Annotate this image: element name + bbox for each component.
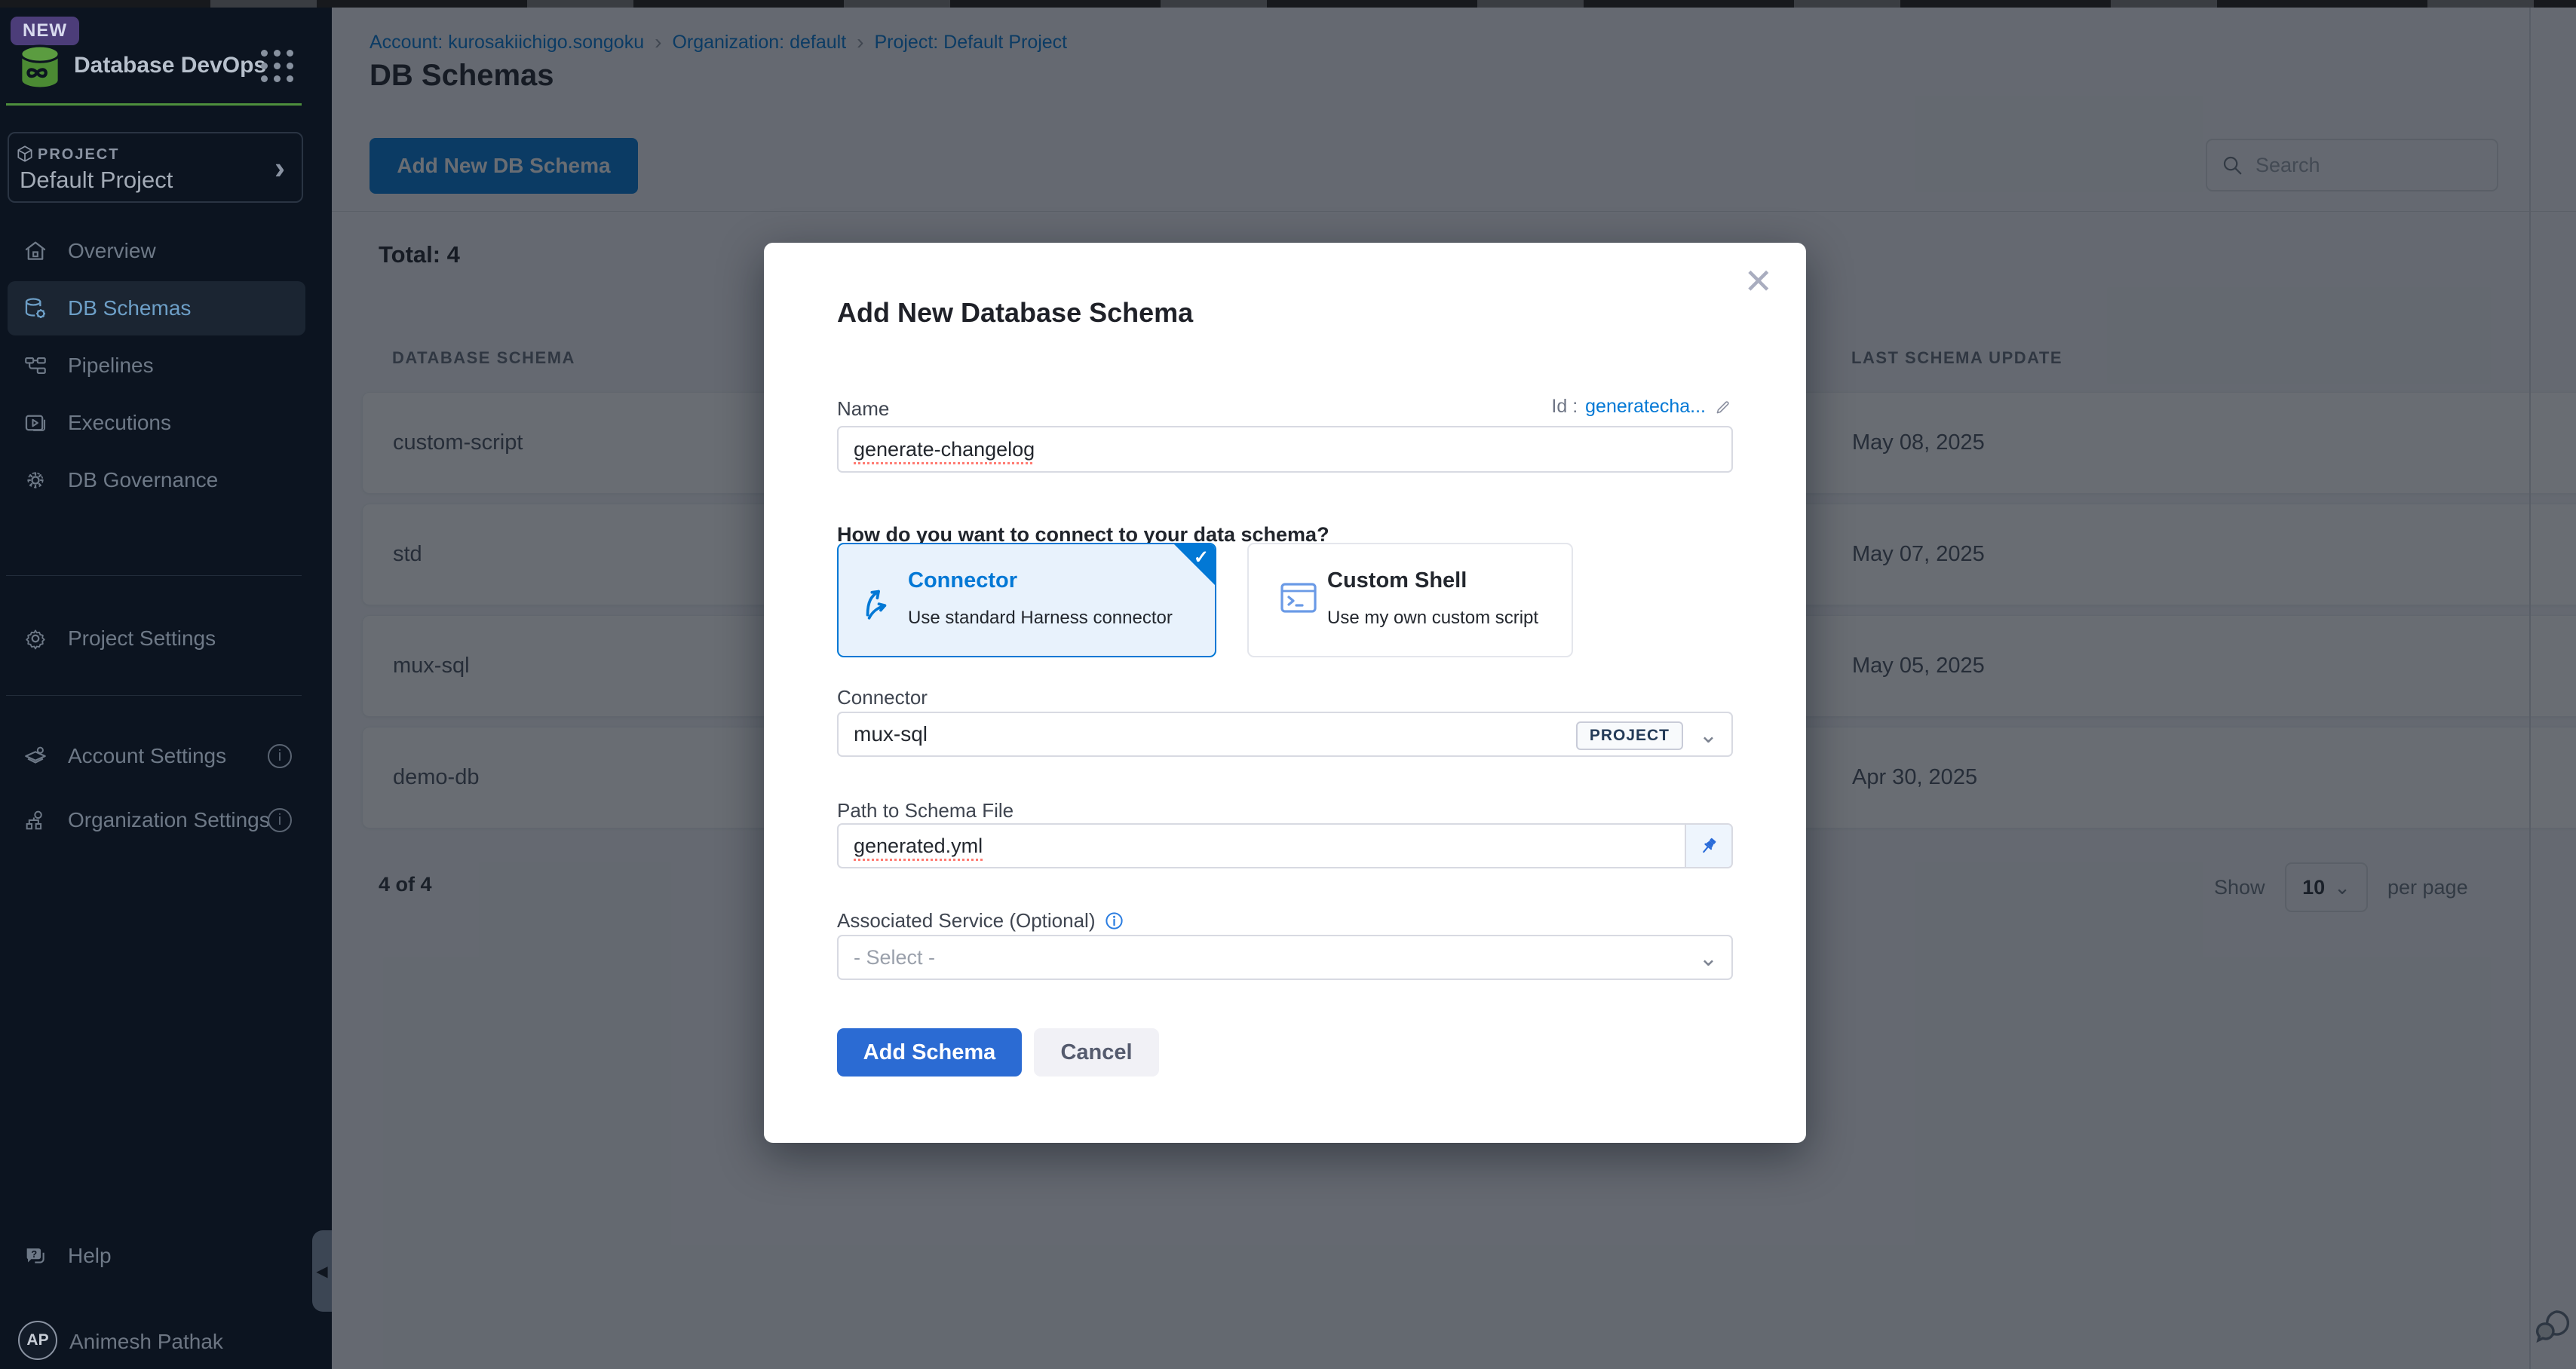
id-value-link[interactable]: generatecha...: [1585, 396, 1706, 418]
terminal-icon: [1279, 579, 1318, 617]
user-avatar[interactable]: AP: [18, 1321, 57, 1360]
name-label: Name: [837, 397, 889, 421]
option-title: Connector: [908, 568, 1017, 593]
collapse-arrow-icon: ◀: [316, 1262, 327, 1281]
module-grid-icon[interactable]: [261, 50, 293, 82]
option-title: Custom Shell: [1327, 568, 1467, 593]
sidebar-item-project-settings[interactable]: Project Settings: [8, 611, 305, 666]
connector-select[interactable]: mux-sql PROJECT ⌄: [837, 712, 1733, 757]
sidebar-item-organization-settings[interactable]: Organization Settings i: [8, 793, 305, 847]
sidebar-item-label: DB Schemas: [68, 296, 191, 320]
executions-icon: [23, 410, 48, 436]
project-name: Default Project: [20, 167, 173, 194]
service-placeholder: - Select -: [854, 946, 935, 969]
option-subtitle: Use my own custom script: [1327, 608, 1538, 629]
sidebar-item-label: Help: [68, 1244, 112, 1268]
associated-service-row: Associated Service (Optional): [837, 909, 1124, 933]
account-layers-icon: [23, 743, 48, 769]
sidebar-item-db-governance[interactable]: DB Governance: [8, 453, 305, 507]
path-input[interactable]: generated.yml: [837, 823, 1733, 868]
scope-badge: PROJECT: [1576, 721, 1683, 750]
svg-text:?: ?: [31, 1248, 37, 1260]
sidebar-item-account-settings[interactable]: Account Settings i: [8, 729, 305, 783]
close-icon[interactable]: ✕: [1743, 264, 1773, 299]
option-subtitle: Use standard Harness connector: [908, 608, 1173, 629]
sidebar-item-label: Pipelines: [68, 354, 154, 378]
schema-id-row: Id : generatecha...: [1551, 396, 1733, 418]
sidebar-divider: [6, 695, 302, 696]
browser-chrome-sliver: [0, 0, 2576, 8]
info-icon[interactable]: i: [268, 744, 292, 768]
add-schema-button[interactable]: Add Schema: [837, 1028, 1022, 1077]
screen: Account: kurosakiichigo.songoku › Organi…: [0, 0, 2576, 1369]
database-devops-logo-icon: [15, 44, 65, 90]
cancel-button[interactable]: Cancel: [1034, 1028, 1159, 1077]
sidebar: NEW Database DevOps PROJECT Default Proj…: [0, 8, 332, 1369]
sidebar-item-label: DB Governance: [68, 468, 218, 492]
path-label: Path to Schema File: [837, 799, 1014, 822]
home-icon: [23, 238, 48, 264]
connector-arrows-icon: [858, 580, 896, 621]
user-name[interactable]: Animesh Pathak: [69, 1330, 223, 1354]
option-card-custom-shell[interactable]: Custom Shell Use my own custom script: [1247, 543, 1573, 657]
path-input-value: generated.yml: [854, 835, 983, 858]
new-badge: NEW: [11, 17, 79, 45]
pin-icon: [1698, 835, 1719, 856]
sidebar-item-label: Overview: [68, 239, 156, 263]
sidebar-item-label: Organization Settings: [68, 808, 270, 832]
connector-label: Connector: [837, 686, 928, 709]
sidebar-item-pipelines[interactable]: Pipelines: [8, 338, 305, 393]
id-label: Id :: [1551, 396, 1578, 418]
sidebar-item-db-schemas[interactable]: DB Schemas: [8, 281, 305, 335]
associated-service-select[interactable]: - Select - ⌄: [837, 935, 1733, 980]
gear-icon: [23, 626, 48, 651]
info-icon[interactable]: [1104, 911, 1124, 931]
name-input-value: generate-changelog: [854, 438, 1035, 461]
edit-pencil-icon[interactable]: [1713, 397, 1733, 417]
chevron-down-icon: ⌄: [1699, 945, 1718, 972]
sidebar-item-label: Executions: [68, 411, 171, 435]
chat-support-icon[interactable]: [2532, 1306, 2574, 1348]
connector-value: mux-sql: [854, 722, 928, 746]
add-schema-modal: ✕ Add New Database Schema Name Id : gene…: [764, 243, 1806, 1143]
sidebar-item-executions[interactable]: Executions: [8, 396, 305, 450]
check-icon: ✓: [1194, 547, 1209, 568]
project-selector[interactable]: PROJECT Default Project ›: [8, 132, 303, 203]
pin-button[interactable]: [1685, 825, 1731, 867]
modal-title: Add New Database Schema: [837, 297, 1193, 329]
name-input[interactable]: generate-changelog: [837, 426, 1733, 473]
brand-divider: [6, 103, 302, 106]
sidebar-item-label: Project Settings: [68, 626, 216, 651]
help-chat-icon: ?: [23, 1243, 48, 1269]
sidebar-item-help[interactable]: ? Help: [8, 1229, 305, 1283]
pipelines-icon: [23, 353, 48, 378]
app-name: Database DevOps: [74, 53, 266, 78]
sidebar-divider: [6, 575, 302, 576]
option-card-connector[interactable]: ✓ Connector Use standard Harness connect…: [837, 543, 1216, 657]
organization-icon: [23, 807, 48, 833]
info-icon[interactable]: i: [268, 808, 292, 832]
associated-service-label: Associated Service (Optional): [837, 909, 1095, 933]
sidebar-collapse-handle[interactable]: ◀: [312, 1230, 332, 1312]
project-cube-icon: [15, 144, 35, 164]
governance-gear-icon: [23, 467, 48, 493]
sidebar-item-label: Account Settings: [68, 744, 226, 768]
sidebar-item-overview[interactable]: Overview: [8, 224, 305, 278]
chevron-right-icon: ›: [274, 150, 285, 186]
db-schema-icon: [23, 296, 48, 321]
chevron-down-icon: ⌄: [1699, 722, 1718, 749]
project-label: PROJECT: [38, 146, 119, 164]
